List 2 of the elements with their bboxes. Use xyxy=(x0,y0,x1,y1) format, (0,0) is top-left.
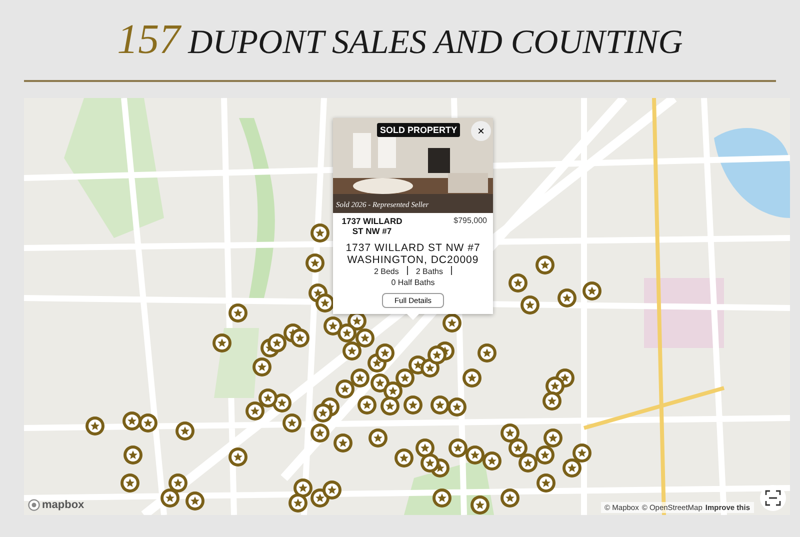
page-title: DUPONT SALES AND COUNTING xyxy=(188,24,683,61)
sales-count: 157 xyxy=(117,17,180,63)
